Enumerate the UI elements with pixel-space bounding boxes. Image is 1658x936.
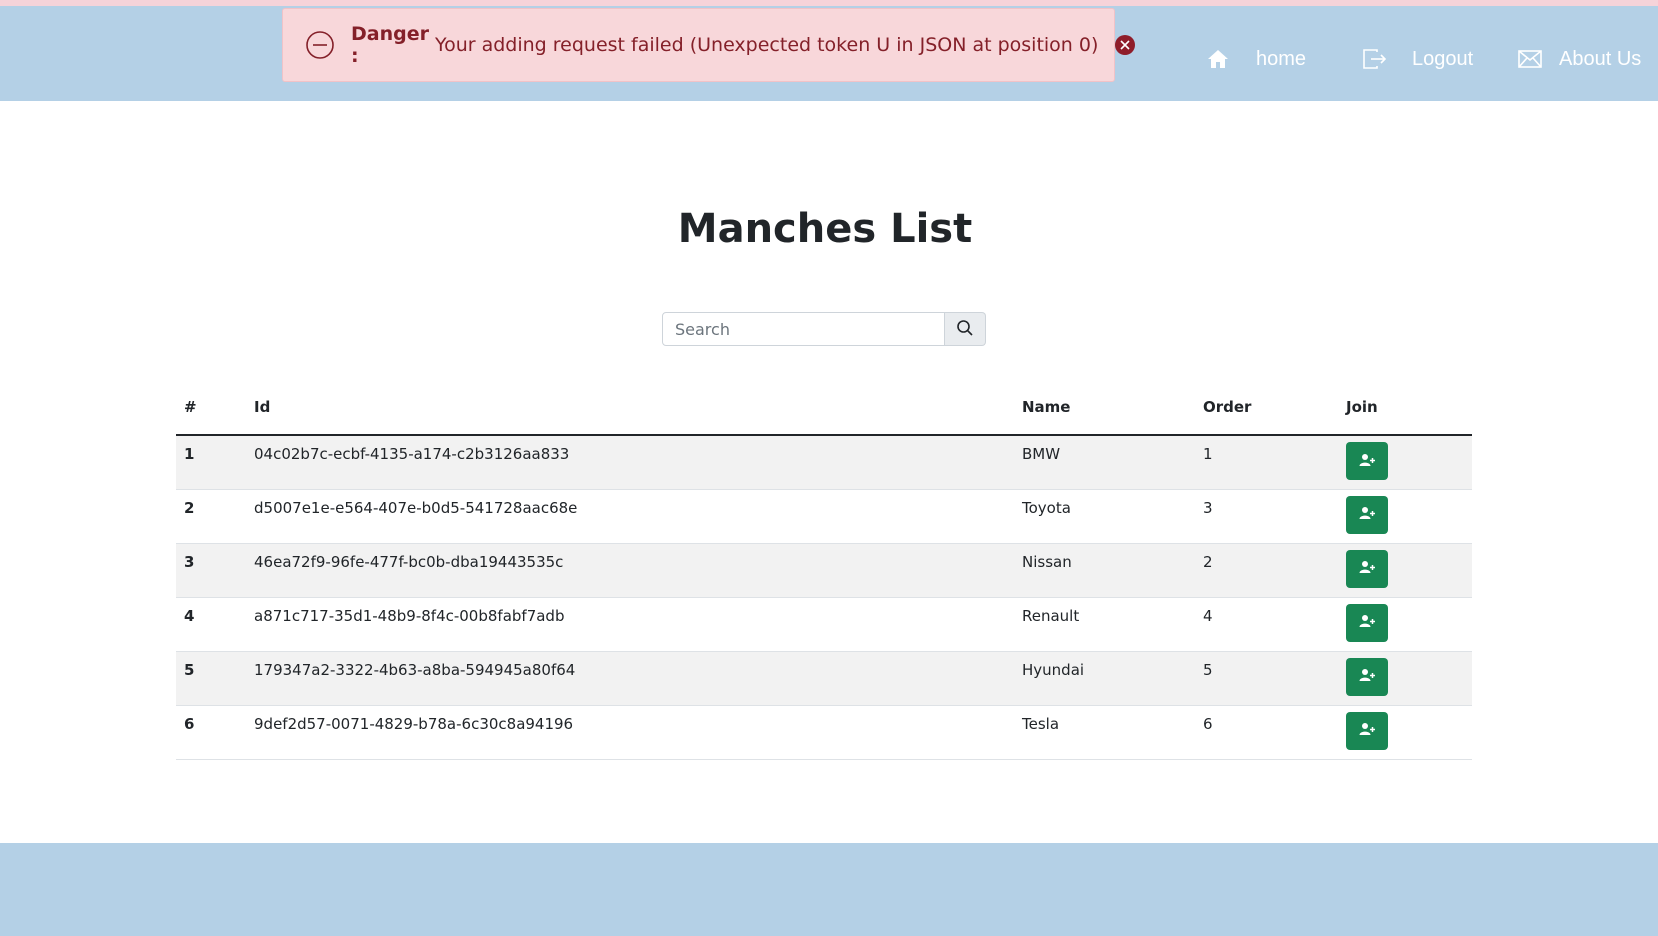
row-id: 46ea72f9-96fe-477f-bc0b-dba19443535c (246, 543, 1014, 598)
table-row: 3 46ea72f9-96fe-477f-bc0b-dba19443535c N… (176, 543, 1472, 598)
row-name: Renault (1014, 597, 1195, 652)
table-row: 1 04c02b7c-ecbf-4135-a174-c2b3126aa833 B… (176, 435, 1472, 490)
row-order: 4 (1195, 597, 1338, 652)
nav-home-label: home (1256, 47, 1307, 70)
search-button[interactable] (945, 312, 986, 346)
logout-icon (1362, 47, 1388, 71)
nav-logout-label: Logout (1412, 47, 1474, 70)
row-num: 6 (176, 705, 246, 760)
page-title: Manches List (677, 206, 973, 252)
row-order: 3 (1195, 489, 1338, 544)
alert-message: Your adding request failed (Unexpected t… (434, 34, 1099, 56)
join-button[interactable] (1346, 495, 1388, 534)
nav-about-link[interactable]: About Us (1517, 42, 1641, 76)
join-button[interactable] (1346, 603, 1388, 642)
table-row: 4 a871c717-35d1-48b9-8f4c-00b8fabf7adb R… (176, 597, 1472, 652)
nav-logout-link[interactable]: Logout (1362, 42, 1473, 76)
header-order: Order (1195, 398, 1338, 436)
minus-circle-icon (305, 30, 335, 60)
join-button[interactable] (1346, 549, 1388, 588)
search-input[interactable] (662, 312, 945, 346)
row-num: 5 (176, 651, 246, 706)
join-button[interactable] (1346, 657, 1388, 696)
envelope-icon (1517, 48, 1543, 70)
home-icon (1206, 47, 1230, 71)
user-plus-icon (1359, 722, 1375, 739)
danger-alert: Danger : Your adding request failed (Une… (282, 8, 1136, 82)
alert-label: Danger : (351, 23, 429, 67)
row-id: d5007e1e-e564-407e-b0d5-541728aac68e (246, 489, 1014, 544)
row-order: 1 (1195, 435, 1338, 490)
row-id: a871c717-35d1-48b9-8f4c-00b8fabf7adb (246, 597, 1014, 652)
user-plus-icon (1359, 668, 1375, 685)
row-name: Hyundai (1014, 651, 1195, 706)
table-row: 5 179347a2-3322-4b63-a8ba-594945a80f64 H… (176, 651, 1472, 706)
row-num: 3 (176, 543, 246, 598)
header-join: Join (1338, 398, 1472, 436)
table-header-row: # Id Name Order Join (176, 398, 1472, 436)
search-group (662, 312, 986, 346)
join-button[interactable] (1346, 711, 1388, 750)
table-row: 6 9def2d57-0071-4829-b78a-6c30c8a94196 T… (176, 705, 1472, 760)
header-name: Name (1014, 398, 1195, 436)
footer-bar (0, 843, 1658, 936)
header-num: # (176, 398, 246, 436)
table-row: 2 d5007e1e-e564-407e-b0d5-541728aac68e T… (176, 489, 1472, 544)
row-name: Nissan (1014, 543, 1195, 598)
row-id: 9def2d57-0071-4829-b78a-6c30c8a94196 (246, 705, 1014, 760)
search-icon (956, 319, 974, 340)
nav-about-label: About Us (1559, 47, 1642, 70)
row-order: 6 (1195, 705, 1338, 760)
row-name: Toyota (1014, 489, 1195, 544)
row-id: 04c02b7c-ecbf-4135-a174-c2b3126aa833 (246, 435, 1014, 490)
user-plus-icon (1359, 614, 1375, 631)
row-order: 2 (1195, 543, 1338, 598)
user-plus-icon (1359, 560, 1375, 577)
header-id: Id (246, 398, 1014, 436)
user-plus-icon (1359, 453, 1375, 470)
row-name: Tesla (1014, 705, 1195, 760)
row-num: 4 (176, 597, 246, 652)
row-order: 5 (1195, 651, 1338, 706)
close-icon[interactable] (1114, 34, 1136, 56)
user-plus-icon (1359, 506, 1375, 523)
row-name: BMW (1014, 435, 1195, 490)
row-num: 2 (176, 489, 246, 544)
nav-home-link[interactable]: home (1206, 42, 1306, 76)
row-num: 1 (176, 435, 246, 490)
row-id: 179347a2-3322-4b63-a8ba-594945a80f64 (246, 651, 1014, 706)
join-button[interactable] (1346, 442, 1388, 480)
manches-table: # Id Name Order Join 1 04c02b7c-ecbf-413… (176, 398, 1472, 760)
